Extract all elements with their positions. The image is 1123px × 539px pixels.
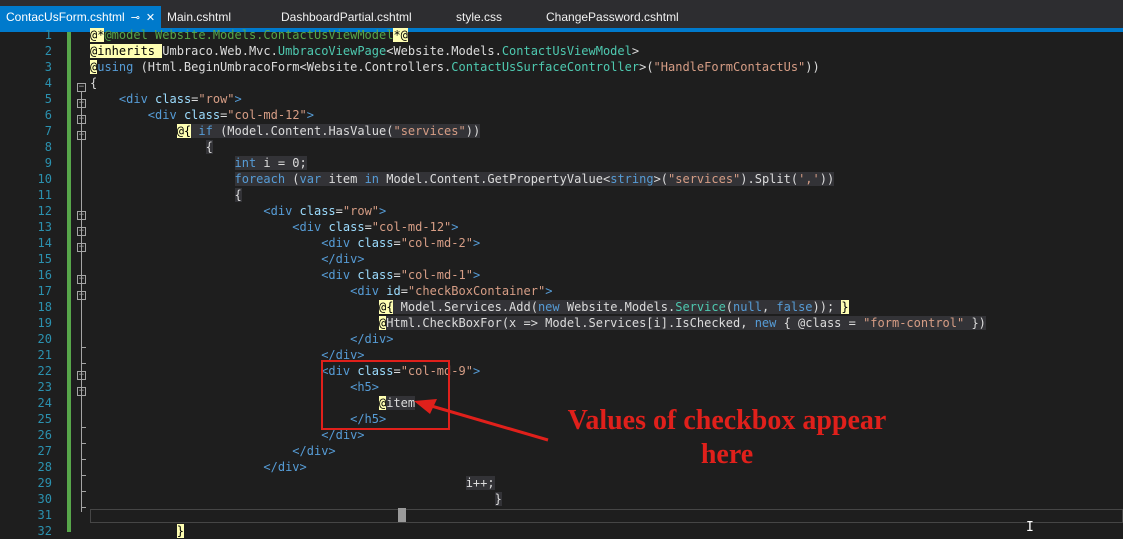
- annotation-callout: Values of checkbox appear here: [553, 404, 901, 472]
- arrow-shaft: [427, 403, 549, 442]
- annotation-line-2: here: [700, 439, 754, 470]
- annotation-line-1: Values of checkbox appear: [567, 405, 887, 436]
